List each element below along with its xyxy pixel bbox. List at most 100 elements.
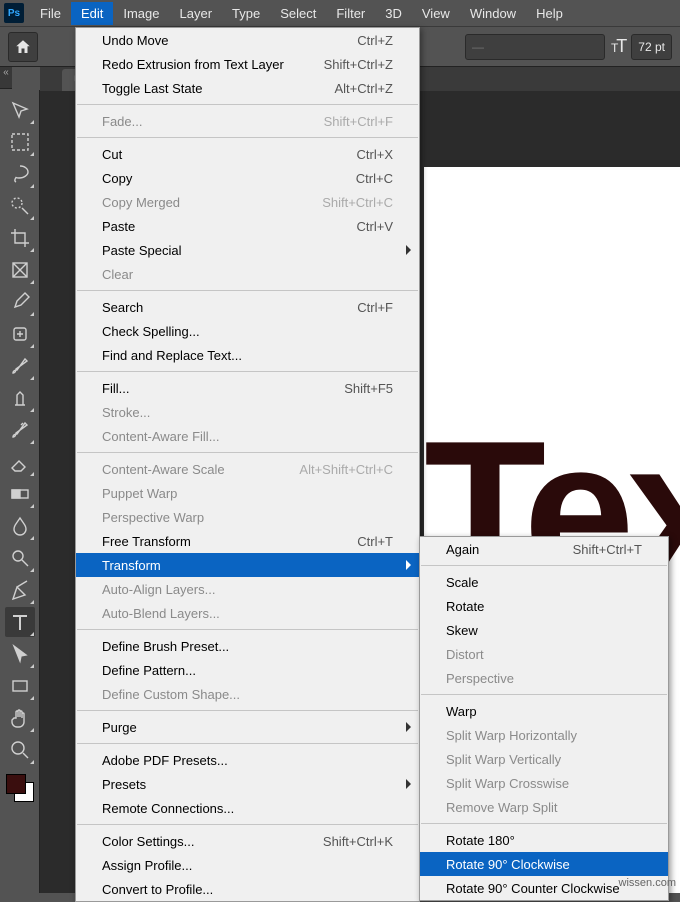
rectangle-tool[interactable] [5, 671, 35, 701]
menu-item-paste-special[interactable]: Paste Special [76, 238, 419, 262]
menu-item-rotate-180[interactable]: Rotate 180° [420, 828, 668, 852]
dodge-tool[interactable] [5, 543, 35, 573]
type-tool[interactable] [5, 607, 35, 637]
menu-item-convert-to-profile[interactable]: Convert to Profile... [76, 877, 419, 901]
menu-item-copy[interactable]: CopyCtrl+C [76, 166, 419, 190]
color-swatch[interactable] [6, 774, 34, 802]
menubar-item-filter[interactable]: Filter [326, 2, 375, 25]
menubar-item-select[interactable]: Select [270, 2, 326, 25]
menu-item-cut[interactable]: CutCtrl+X [76, 142, 419, 166]
menu-item-scale[interactable]: Scale [420, 570, 668, 594]
menu-item-define-pattern[interactable]: Define Pattern... [76, 658, 419, 682]
submenu-arrow-icon [406, 722, 411, 732]
menu-item-label: Split Warp Vertically [446, 752, 642, 767]
move-tool[interactable] [5, 95, 35, 125]
menu-item-free-transform[interactable]: Free TransformCtrl+T [76, 529, 419, 553]
menu-item-search[interactable]: SearchCtrl+F [76, 295, 419, 319]
font-size-field[interactable]: 72 pt [631, 34, 672, 60]
menu-item-label: Warp [446, 704, 642, 719]
menu-separator [77, 290, 418, 291]
clone-stamp-tool[interactable] [5, 383, 35, 413]
menu-item-label: Remove Warp Split [446, 800, 642, 815]
brush-tool[interactable] [5, 351, 35, 381]
gradient-tool[interactable] [5, 479, 35, 509]
menu-item-redo-extrusion-from-text-layer[interactable]: Redo Extrusion from Text LayerShift+Ctrl… [76, 52, 419, 76]
home-button[interactable] [8, 32, 38, 62]
lasso-tool[interactable] [5, 159, 35, 189]
menubar-item-3d[interactable]: 3D [375, 2, 412, 25]
menubar-item-help[interactable]: Help [526, 2, 573, 25]
zoom-tool[interactable] [5, 735, 35, 765]
menu-item-label: Stroke... [102, 405, 393, 420]
hand-tool[interactable] [5, 703, 35, 733]
menu-item-adobe-pdf-presets[interactable]: Adobe PDF Presets... [76, 748, 419, 772]
menu-separator [421, 694, 667, 695]
healing-brush-tool-icon [9, 323, 31, 345]
menu-item-label: Copy Merged [102, 195, 302, 210]
zoom-tool-icon [9, 739, 31, 761]
menu-item-remote-connections[interactable]: Remote Connections... [76, 796, 419, 820]
menu-item-skew[interactable]: Skew [420, 618, 668, 642]
menu-item-color-settings[interactable]: Color Settings...Shift+Ctrl+K [76, 829, 419, 853]
menu-item-find-and-replace-text[interactable]: Find and Replace Text... [76, 343, 419, 367]
menubar-item-file[interactable]: File [30, 2, 71, 25]
panel-collapse-strip[interactable] [0, 67, 12, 89]
menu-separator [77, 710, 418, 711]
menu-item-label: Presets [102, 777, 393, 792]
menu-item-rotate[interactable]: Rotate [420, 594, 668, 618]
healing-brush-tool[interactable] [5, 319, 35, 349]
menu-item-shortcut: Alt+Shift+Ctrl+C [299, 462, 393, 477]
menu-item-shortcut: Ctrl+X [357, 147, 393, 162]
marquee-tool[interactable] [5, 127, 35, 157]
history-brush-tool[interactable] [5, 415, 35, 445]
menu-separator [77, 137, 418, 138]
menu-item-undo-move[interactable]: Undo MoveCtrl+Z [76, 28, 419, 52]
menubar-item-type[interactable]: Type [222, 2, 270, 25]
menu-item-toggle-last-state[interactable]: Toggle Last StateAlt+Ctrl+Z [76, 76, 419, 100]
gradient-tool-icon [9, 483, 31, 505]
menu-item-puppet-warp: Puppet Warp [76, 481, 419, 505]
menu-item-presets[interactable]: Presets [76, 772, 419, 796]
eyedropper-tool-icon [9, 291, 31, 313]
menu-separator [77, 824, 418, 825]
menu-item-again[interactable]: AgainShift+Ctrl+T [420, 537, 668, 561]
menu-item-warp[interactable]: Warp [420, 699, 668, 723]
pen-tool[interactable] [5, 575, 35, 605]
menu-item-assign-profile[interactable]: Assign Profile... [76, 853, 419, 877]
font-size-icon: TT [611, 36, 625, 57]
crop-tool[interactable] [5, 223, 35, 253]
menu-item-shortcut: Shift+Ctrl+Z [324, 57, 393, 72]
menu-item-label: Define Pattern... [102, 663, 393, 678]
font-family-field[interactable]: — [465, 34, 605, 60]
frame-tool[interactable] [5, 255, 35, 285]
menu-item-label: Color Settings... [102, 834, 303, 849]
menu-separator [77, 104, 418, 105]
menubar-item-view[interactable]: View [412, 2, 460, 25]
menu-item-fill[interactable]: Fill...Shift+F5 [76, 376, 419, 400]
path-select-tool[interactable] [5, 639, 35, 669]
blur-tool[interactable] [5, 511, 35, 541]
menu-item-label: Define Custom Shape... [102, 687, 393, 702]
menu-item-rotate-90-clockwise[interactable]: Rotate 90° Clockwise [420, 852, 668, 876]
quick-select-tool[interactable] [5, 191, 35, 221]
menu-item-label: Purge [102, 720, 393, 735]
menu-item-label: Rotate [446, 599, 642, 614]
menubar: Ps FileEditImageLayerTypeSelectFilter3DV… [0, 0, 680, 27]
menu-item-transform[interactable]: Transform [76, 553, 419, 577]
menu-item-check-spelling[interactable]: Check Spelling... [76, 319, 419, 343]
transform-submenu: AgainShift+Ctrl+TScaleRotateSkewDistortP… [419, 536, 669, 901]
menubar-item-image[interactable]: Image [113, 2, 169, 25]
menubar-item-window[interactable]: Window [460, 2, 526, 25]
menu-item-define-brush-preset[interactable]: Define Brush Preset... [76, 634, 419, 658]
clone-stamp-tool-icon [9, 387, 31, 409]
eyedropper-tool[interactable] [5, 287, 35, 317]
menu-item-split-warp-vertically: Split Warp Vertically [420, 747, 668, 771]
dodge-tool-icon [9, 547, 31, 569]
history-brush-tool-icon [9, 419, 31, 441]
menu-item-paste[interactable]: PasteCtrl+V [76, 214, 419, 238]
eraser-tool[interactable] [5, 447, 35, 477]
menu-item-purge[interactable]: Purge [76, 715, 419, 739]
menubar-item-layer[interactable]: Layer [170, 2, 223, 25]
menu-item-shortcut: Ctrl+T [357, 534, 393, 549]
menubar-item-edit[interactable]: Edit [71, 2, 113, 25]
